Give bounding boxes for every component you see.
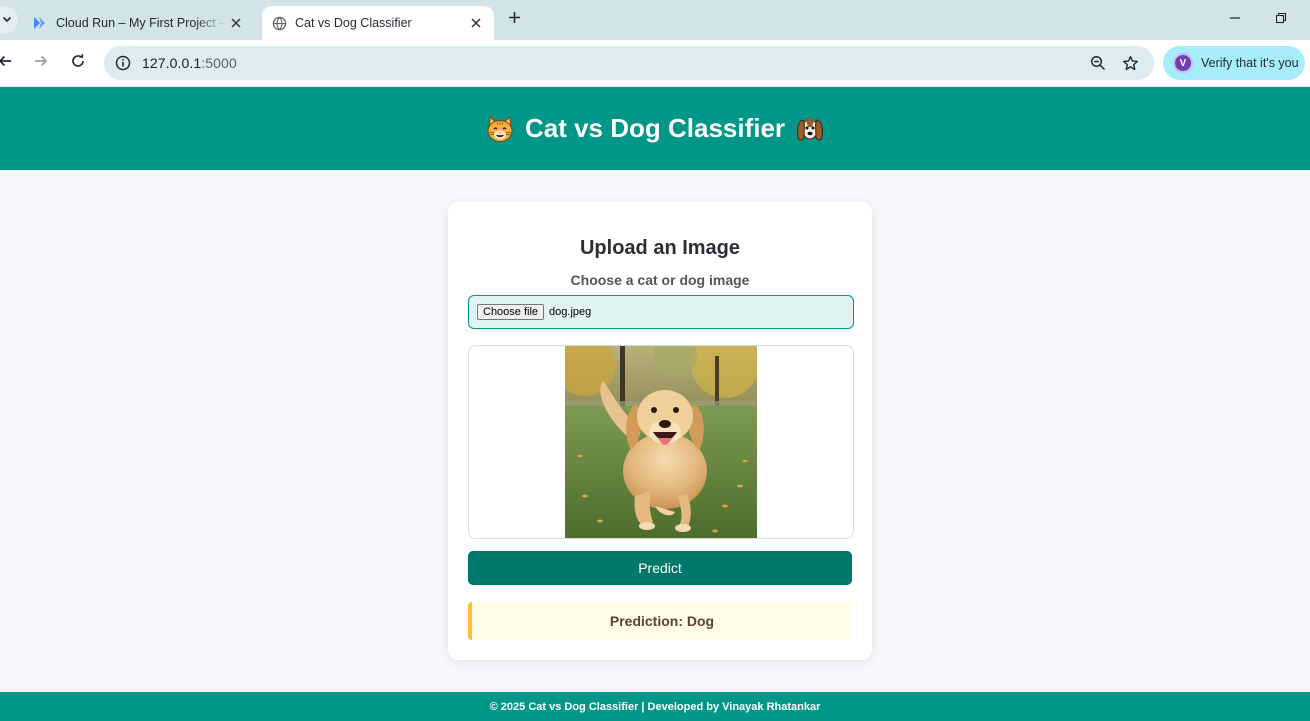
- image-preview: [468, 345, 854, 539]
- restore-button[interactable]: [1267, 8, 1295, 32]
- selected-file-name: dog.jpeg: [549, 306, 592, 318]
- bookmark-star-icon[interactable]: [1119, 52, 1141, 74]
- footer-author: Vinayak Rhatankar: [722, 700, 821, 713]
- tab-cloud-run[interactable]: Cloud Run – My First Project – Google Cl…: [22, 6, 254, 40]
- dog-face-icon: [795, 114, 825, 144]
- site-info-icon[interactable]: [112, 52, 134, 74]
- tab-title: Cloud Run – My First Project – Google Cl…: [56, 16, 226, 30]
- cloud-run-icon: [32, 15, 48, 31]
- upload-card: Upload an Image Choose a cat or dog imag…: [448, 202, 872, 660]
- globe-icon: [271, 15, 287, 31]
- tab-cat-vs-dog[interactable]: Cat vs Dog Classifier: [262, 6, 494, 40]
- back-button[interactable]: [0, 50, 18, 76]
- profile-avatar: V: [1173, 53, 1193, 73]
- arrow-right-icon: [33, 53, 49, 74]
- page-title: Cat vs Dog Classifier: [485, 113, 825, 144]
- reload-button[interactable]: [65, 50, 91, 76]
- footer-copyright: © 2025 Cat vs Dog Classifier | Developed…: [489, 700, 723, 713]
- minimize-button[interactable]: [1221, 8, 1249, 32]
- chevron-down-icon: [2, 11, 12, 29]
- reload-icon: [70, 53, 86, 74]
- tab-search-button[interactable]: [0, 6, 18, 34]
- address-bar[interactable]: 127.0.0.1:5000: [104, 46, 1154, 80]
- tab-title: Cat vs Dog Classifier: [295, 16, 412, 30]
- site-footer: © 2025 Cat vs Dog Classifier | Developed…: [0, 692, 1310, 721]
- url-text: 127.0.0.1:5000: [142, 55, 237, 71]
- zoom-icon[interactable]: [1087, 52, 1109, 74]
- dog-photo: [565, 346, 757, 538]
- upload-heading: Upload an Image: [579, 237, 741, 259]
- browser-toolbar: 127.0.0.1:5000 V Verify that it's you: [0, 40, 1310, 87]
- cat-face-icon: [485, 114, 515, 144]
- new-tab-button[interactable]: [502, 8, 526, 32]
- site-header: Cat vs Dog Classifier: [0, 87, 1310, 170]
- close-icon[interactable]: [226, 13, 246, 33]
- verify-label: Verify that it's you: [1201, 56, 1299, 70]
- predict-button[interactable]: Predict: [468, 551, 852, 585]
- tab-strip: Cloud Run – My First Project – Google Cl…: [0, 0, 1310, 40]
- close-icon[interactable]: [466, 13, 486, 33]
- file-input[interactable]: Choose file dog.jpeg: [468, 295, 854, 329]
- page-title-text: Cat vs Dog Classifier: [524, 113, 786, 143]
- verify-identity-button[interactable]: V Verify that it's you: [1163, 46, 1305, 80]
- minimize-icon: [1229, 11, 1241, 29]
- arrow-left-icon: [0, 53, 13, 74]
- url-host: 127.0.0.1: [142, 55, 202, 71]
- choose-file-button[interactable]: Choose file: [477, 304, 545, 320]
- file-input-label: Choose a cat or dog image: [570, 272, 750, 288]
- prediction-result: Prediction: Dog: [468, 602, 852, 640]
- forward-button[interactable]: [28, 50, 54, 76]
- restore-icon: [1275, 11, 1287, 29]
- url-port: :5000: [201, 55, 237, 71]
- plus-icon: [508, 11, 521, 29]
